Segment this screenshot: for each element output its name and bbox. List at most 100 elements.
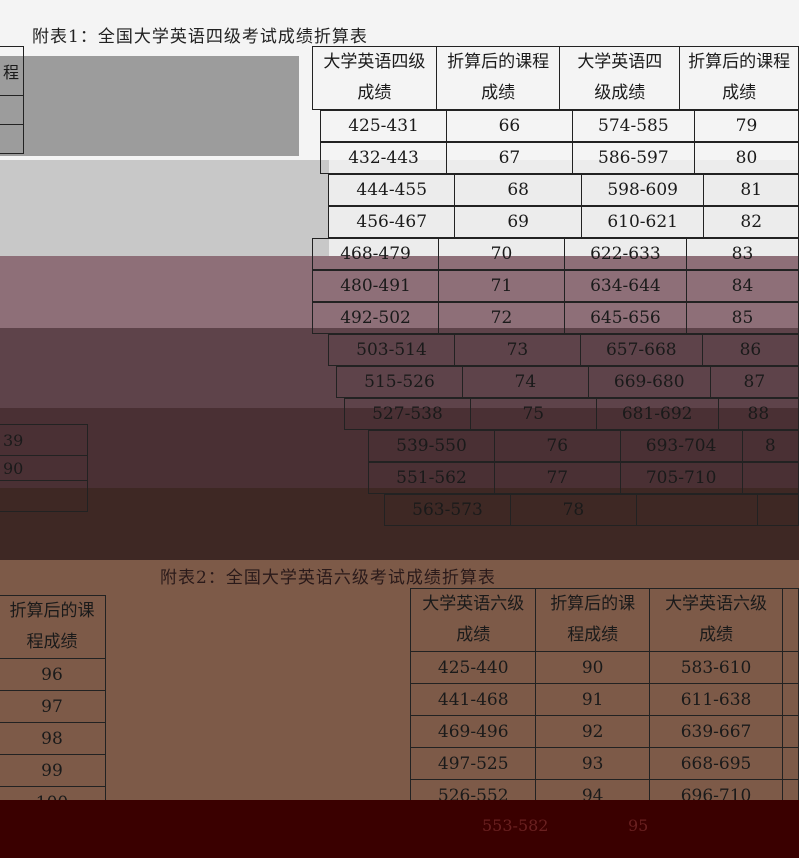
table2-cell: 95 [628, 816, 649, 835]
table2-cell: 93 [535, 747, 650, 780]
table1-cell: 79 [693, 110, 799, 142]
table2-cell: 668-695 [648, 747, 784, 780]
table1-cell: 444-455 [327, 174, 456, 206]
table2-cell: 583-610 [648, 651, 784, 684]
table1-cell [635, 494, 759, 526]
table1-header-cell: 大学英语四 [577, 52, 663, 72]
table1-cell [741, 462, 799, 494]
table1-cell: 67 [446, 142, 573, 174]
table1-cell: 705-710 [619, 462, 743, 494]
table1-cell: 80 [693, 142, 799, 174]
table1-cell: 68 [454, 174, 582, 206]
table1-row: 503-514 73 657-668 86 [328, 334, 799, 366]
table2-header-cell: 折算后的课 [550, 594, 636, 614]
table1-header-cell: 大学英语四级 [323, 52, 426, 72]
table1-cell: 657-668 [579, 334, 703, 366]
table1-header: 大学英语四级 成绩 折算后的课程 成绩 大学英语四 级成绩 折算后的课程 成绩 [312, 46, 799, 110]
table2-cell: 441-468 [409, 683, 537, 716]
left-fragment-mid: 39 90 [0, 424, 88, 512]
table1-cell: 69 [454, 206, 582, 238]
table2-header-cell: 大学英语六级 [422, 594, 525, 614]
table1-row: 539-550 76 693-704 8 [368, 430, 799, 462]
table1-cell: 73 [453, 334, 581, 366]
table1-cell: 81 [703, 174, 799, 206]
left-fragment-cell [0, 124, 25, 154]
table2-left-cell: 98 [0, 722, 106, 755]
table1-row: 456-467 69 610-621 82 [327, 206, 799, 238]
table2-title: 附表2：全国大学英语六级考试成绩折算表 [160, 568, 496, 588]
table1-cell: 75 [469, 398, 597, 430]
table1-row: 468-479 70 622-633 83 [311, 238, 799, 270]
table2-cell: 91 [535, 683, 650, 716]
table1-cell: 551-562 [368, 462, 495, 494]
table1-row: 425-431 66 574-585 79 [319, 110, 799, 142]
table2-cell: 92 [535, 715, 650, 748]
table1-header-cell: 折算后的课程 [447, 52, 550, 72]
table2-left-cell: 99 [0, 754, 106, 787]
table1-cell: 681-692 [595, 398, 719, 430]
table1-header-cell: 折算后的课程 [688, 52, 791, 72]
table2-cell [782, 651, 799, 684]
table1-cell: 82 [703, 206, 799, 238]
table2: 大学英语六级 成绩 折算后的课 程成绩 大学英语六级 成绩 425-440 90 583-… [409, 588, 799, 812]
table1-row: 480-491 71 634-644 84 [311, 270, 799, 302]
left-fragment-cell: 39 [0, 424, 88, 456]
table1-cell [757, 494, 799, 526]
table1-cell: 425-431 [319, 110, 448, 142]
left-fragment-top: 程 [0, 46, 25, 154]
table1-cell: 539-550 [368, 430, 495, 462]
table2-left-header: 折算后的课 [9, 601, 95, 621]
table2-cell: 611-638 [648, 683, 784, 716]
left-fragment-cell [0, 480, 88, 512]
table1-cell: 87 [709, 366, 799, 398]
table1-row: 444-455 68 598-609 81 [327, 174, 799, 206]
table2-header-cell [782, 588, 799, 652]
table1-cell: 563-573 [384, 494, 511, 526]
table1-header-cell: 成绩 [357, 83, 392, 103]
table2-cell [782, 747, 799, 780]
table1-cell: 669-680 [587, 366, 711, 398]
table1-cell: 85 [685, 302, 799, 334]
table1-cell: 83 [685, 238, 799, 270]
table1-cell: 71 [438, 270, 565, 302]
table1-cell: 527-538 [344, 398, 471, 430]
table1-cell: 468-479 [311, 238, 440, 270]
left-fragment-cell: 程 [0, 46, 25, 96]
table1-row: 527-538 75 681-692 88 [344, 398, 799, 430]
table1-cell: 78 [510, 494, 637, 526]
table1-cell: 76 [493, 430, 621, 462]
bottom-dark-band: 553-582 95 [0, 800, 799, 858]
table1-cell: 72 [438, 302, 565, 334]
table2-left: 折算后的课程成绩 96 97 98 99 100 [0, 595, 106, 819]
table2-header-cell: 程成绩 [567, 625, 619, 645]
table1-cell: 598-609 [580, 174, 705, 206]
table2-header-cell: 成绩 [456, 625, 491, 645]
table1-cell: 74 [461, 366, 589, 398]
table2-cell: 553-582 [482, 816, 549, 835]
table1-row: 432-443 67 586-597 80 [319, 142, 799, 174]
table1-cell: 84 [685, 270, 799, 302]
table1-cell: 574-585 [571, 110, 695, 142]
table1-cell: 610-621 [580, 206, 705, 238]
table1-cell: 622-633 [563, 238, 687, 270]
table1-cell: 515-526 [336, 366, 463, 398]
table1-cell: 503-514 [328, 334, 455, 366]
table1-cell: 492-502 [311, 302, 440, 334]
table1-cell: 645-656 [563, 302, 687, 334]
table1-cell: 432-443 [319, 142, 448, 174]
table1-cell: 86 [701, 334, 799, 366]
table1-cell: 634-644 [563, 270, 687, 302]
table2-cell: 469-496 [409, 715, 537, 748]
table1-cell: 456-467 [327, 206, 456, 238]
table2-left-cell: 97 [0, 690, 106, 723]
table1-header-cell: 级成绩 [594, 83, 646, 103]
table2-cell [782, 683, 799, 716]
table1-row: 551-562 77 705-710 [368, 462, 799, 494]
table1-row: 515-526 74 669-680 87 [336, 366, 799, 398]
table1-cell: 77 [493, 462, 621, 494]
table1-title: 附表1：全国大学英语四级考试成绩折算表 [32, 27, 368, 47]
table2-cell: 425-440 [409, 651, 537, 684]
table2-cell: 639-667 [648, 715, 784, 748]
table2-cell: 90 [535, 651, 650, 684]
table2-header-cell: 大学英语六级 [665, 594, 768, 614]
